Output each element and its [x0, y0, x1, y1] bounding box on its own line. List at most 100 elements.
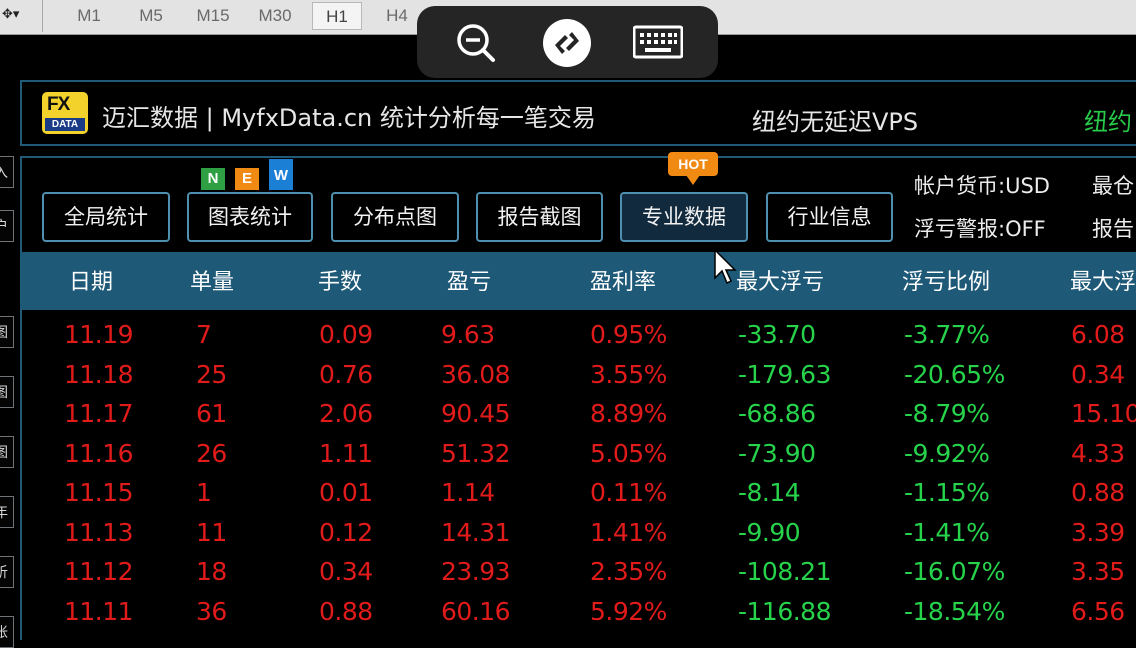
column-header-max-drawdown[interactable]: 最大浮亏: [736, 264, 824, 296]
logo-text-top: FX: [47, 94, 70, 115]
cell-orders: 61: [196, 399, 227, 428]
column-header-date[interactable]: 日期: [69, 264, 113, 296]
left-tab[interactable]: 图: [0, 316, 14, 348]
cell-max-drawdown: -9.90: [738, 517, 801, 547]
cell-date: 11.13: [64, 517, 134, 547]
cell-orders: 7: [196, 320, 212, 349]
cell-max-drawdown: -116.88: [738, 596, 832, 626]
cell-drawdown-ratio: -18.54%: [904, 596, 1005, 626]
cell-drawdown-ratio: -1.15%: [904, 478, 990, 507]
toolbar-separator: [42, 0, 43, 32]
cell-profit: 9.63: [441, 320, 495, 349]
promo-vps-link[interactable]: 纽约无延迟VPS: [752, 102, 918, 137]
cell-orders: 25: [196, 359, 227, 389]
new-badge-n: N: [201, 168, 225, 190]
timeframe-m30[interactable]: M30: [250, 2, 300, 30]
left-tab[interactable]: 图: [0, 436, 14, 468]
cell-lots: 0.88: [319, 596, 373, 626]
cell-max-floating: 3.35: [1071, 557, 1125, 586]
timeframe-m1[interactable]: M1: [64, 2, 114, 30]
cell-drawdown-ratio: -9.92%: [904, 438, 990, 468]
cell-drawdown-ratio: -20.65%: [904, 359, 1005, 389]
left-tab[interactable]: 户: [0, 210, 14, 242]
cell-max-floating: 6.56: [1071, 596, 1125, 626]
timeframe-m5[interactable]: M5: [126, 2, 176, 30]
cell-max-floating: 4.33: [1071, 438, 1125, 468]
remote-connection-icon[interactable]: [542, 18, 592, 68]
report-screenshot-button[interactable]: 报告截图: [476, 192, 603, 242]
cell-max-drawdown: -108.21: [738, 557, 832, 586]
pro-data-button[interactable]: 专业数据: [620, 192, 748, 242]
cell-date: 11.16: [64, 438, 134, 468]
cell-drawdown-ratio: -3.77%: [904, 320, 990, 349]
cell-profit-rate: 2.35%: [590, 557, 667, 586]
cell-profit: 60.16: [441, 596, 511, 626]
timeframe-h1[interactable]: H1: [312, 2, 362, 30]
account-extra-label: 最仓: [1092, 174, 1134, 198]
cell-lots: 0.01: [319, 478, 373, 507]
scatter-plot-button[interactable]: 分布点图: [331, 192, 459, 242]
cell-max-drawdown: -179.63: [738, 359, 832, 389]
cell-profit-rate: 5.92%: [590, 596, 667, 626]
cell-date: 11.17: [64, 399, 134, 428]
industry-info-button[interactable]: 行业信息: [766, 192, 893, 242]
cell-max-floating: 6.08: [1071, 320, 1125, 349]
remote-control-overlay: [417, 6, 718, 78]
cell-date: 11.15: [64, 478, 134, 507]
left-tab[interactable]: 入: [0, 156, 14, 188]
cell-lots: 1.11: [319, 438, 373, 468]
chart-stats-button[interactable]: 图表统计: [187, 192, 313, 242]
new-badge-w: W: [269, 159, 293, 190]
timeframe-m15[interactable]: M15: [188, 2, 238, 30]
cell-date: 11.12: [64, 557, 134, 586]
brand-title[interactable]: 迈汇数据 | MyfxData.cn 统计分析每一笔交易: [102, 98, 596, 133]
cell-date: 11.18: [64, 359, 134, 389]
column-header-orders[interactable]: 单量: [190, 264, 234, 296]
cell-profit-rate: 8.89%: [590, 399, 667, 428]
cell-max-floating: 0.34: [1071, 359, 1125, 389]
cell-orders: 1: [196, 478, 212, 507]
column-header-drawdown-ratio[interactable]: 浮亏比例: [902, 264, 990, 296]
report-link[interactable]: 报告: [1092, 213, 1134, 243]
cell-orders: 11: [196, 517, 227, 547]
promo-link-2[interactable]: 纽约: [1084, 102, 1132, 137]
cell-lots: 0.12: [319, 517, 373, 547]
column-header-profit[interactable]: 盈亏: [447, 264, 491, 296]
left-tab[interactable]: 帐: [0, 616, 14, 648]
cell-orders: 36: [196, 596, 227, 626]
drawdown-alarm-status[interactable]: 浮亏警报:OFF: [914, 213, 1046, 243]
cell-max-drawdown: -33.70: [738, 320, 816, 349]
new-badge-e: E: [235, 168, 259, 190]
myfxdata-logo: FX DATA: [42, 92, 88, 134]
cell-drawdown-ratio: -1.41%: [904, 517, 990, 547]
cell-max-floating: 0.88: [1071, 478, 1125, 507]
cell-profit: 51.32: [441, 438, 511, 468]
logo-text-bottom: DATA: [45, 118, 85, 131]
cursor-dropdown-icon[interactable]: ✥▾: [0, 4, 40, 26]
cell-profit: 23.93: [441, 557, 511, 586]
column-header-profit-rate[interactable]: 盈利率: [590, 264, 656, 296]
new-badge: N E W: [201, 159, 299, 190]
cell-max-drawdown: -73.90: [738, 438, 816, 468]
global-stats-button[interactable]: 全局统计: [42, 192, 170, 242]
cell-profit-rate: 0.11%: [590, 478, 667, 507]
cell-max-drawdown: -8.14: [738, 478, 801, 507]
column-header-max-floating[interactable]: 最大浮: [1070, 264, 1136, 296]
cell-max-floating: 15.10: [1071, 399, 1136, 428]
cell-lots: 0.76: [319, 359, 373, 389]
left-tab[interactable]: 图: [0, 376, 14, 408]
left-tab[interactable]: 析: [0, 556, 14, 588]
cell-date: 11.19: [64, 320, 134, 349]
keyboard-icon[interactable]: [632, 18, 684, 68]
cell-profit-rate: 3.55%: [590, 359, 667, 389]
hot-badge: HOT: [668, 152, 718, 185]
zoom-out-icon[interactable]: [451, 18, 501, 68]
cell-profit: 90.45: [441, 399, 511, 428]
column-header-lots[interactable]: 手数: [318, 264, 362, 296]
cell-profit-rate: 0.95%: [590, 320, 667, 349]
left-tab[interactable]: 年: [0, 496, 14, 528]
cell-profit: 36.08: [441, 359, 511, 389]
cell-profit-rate: 5.05%: [590, 438, 667, 468]
timeframe-h4[interactable]: H4: [372, 2, 422, 30]
mouse-cursor-icon: [714, 248, 737, 285]
